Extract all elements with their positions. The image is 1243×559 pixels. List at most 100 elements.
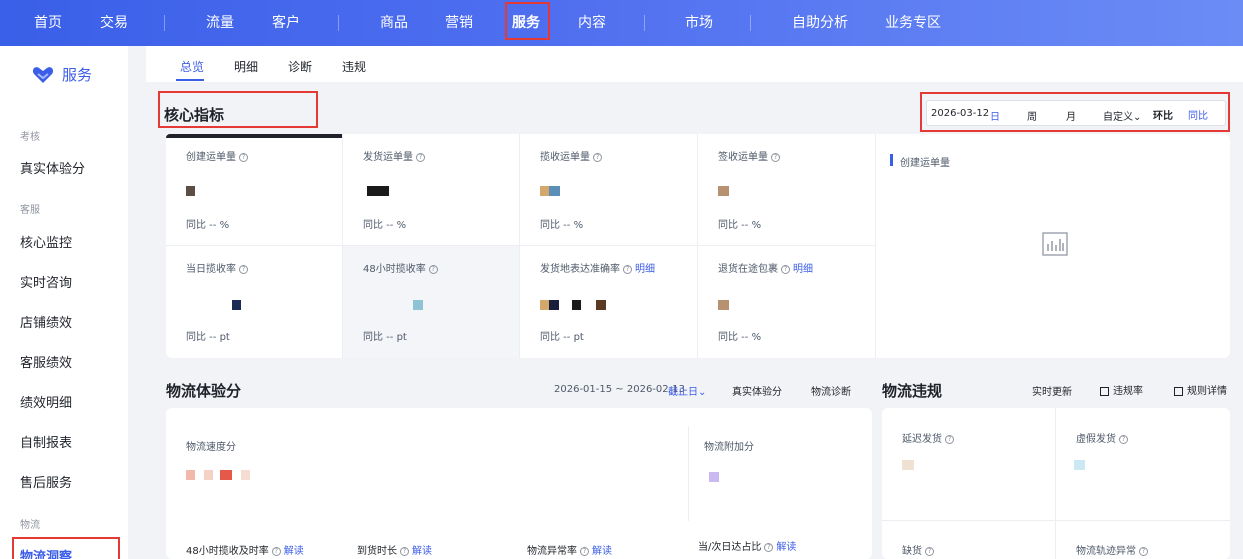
- explain-link[interactable]: 解读: [776, 542, 796, 553]
- violation-title: 物流违规: [882, 382, 943, 400]
- logistics-date-range[interactable]: 2026-01-15 ~ 2026-02-13: [554, 384, 685, 395]
- masked-value: [367, 186, 389, 196]
- masked-value: [549, 186, 560, 196]
- nav-goods[interactable]: 商品: [380, 12, 408, 32]
- masked-value: [186, 470, 195, 480]
- violation-fake-shipping[interactable]: 虚假发货?: [1076, 430, 1128, 445]
- detail-link[interactable]: 明细: [793, 264, 813, 275]
- nav-self-analysis[interactable]: 自助分析: [792, 12, 848, 32]
- sidebar-item-store-perf[interactable]: 店铺绩效: [20, 312, 72, 331]
- metric-arrival-time: 到货时长? 解读: [357, 546, 432, 557]
- nav-content[interactable]: 内容: [578, 12, 606, 32]
- help-icon: ?: [271, 546, 281, 556]
- help-icon: ?: [1119, 434, 1128, 444]
- nav-market[interactable]: 市场: [685, 12, 713, 32]
- minus-box-icon: [1100, 386, 1109, 396]
- nav-marketing[interactable]: 营销: [445, 12, 473, 32]
- sidebar-group-label: 考核: [20, 132, 40, 143]
- core-metrics-card: 创建运单量? 同比 -- % 发货运单量? 同比 -- % 揽收运单量? 同比 …: [166, 134, 1230, 358]
- metric-yoy: 同比 -- %: [718, 332, 762, 343]
- violation-rate-toggle[interactable]: 违规率: [1100, 382, 1143, 397]
- nav-traffic[interactable]: 流量: [206, 12, 234, 32]
- metric-card[interactable]: 创建运单量? 同比 -- %: [166, 134, 343, 246]
- help-icon: ?: [945, 434, 954, 444]
- deadline-select[interactable]: 截止日⌄: [668, 383, 706, 398]
- sidebar-item-after-sale[interactable]: 售后服务: [20, 472, 72, 491]
- metric-yoy: 同比 -- %: [186, 220, 230, 231]
- masked-value: [232, 300, 241, 310]
- deadline-label: 截止日: [668, 387, 698, 398]
- help-icon: ?: [239, 152, 248, 162]
- explain-link[interactable]: 解读: [284, 546, 304, 557]
- help-icon: ?: [400, 546, 409, 556]
- masked-value: [540, 300, 549, 310]
- detail-link[interactable]: 明细: [635, 264, 655, 275]
- masked-value: [549, 300, 559, 310]
- masked-value: [718, 300, 729, 310]
- masked-value: [718, 186, 729, 196]
- violation-delayed-shipping[interactable]: 延迟发货?: [902, 430, 954, 445]
- chart-title: 创建运单量: [900, 158, 950, 169]
- sidebar-item-real-score[interactable]: 真实体验分: [20, 158, 85, 177]
- nav-customer[interactable]: 客户: [272, 12, 300, 32]
- metric-label: 创建运单量?: [186, 148, 248, 163]
- nav-business-zone[interactable]: 业务专区: [885, 12, 941, 32]
- metric-exception-rate: 物流异常率? 解读: [527, 546, 612, 557]
- metric-label: 发货运单量?: [363, 148, 425, 163]
- help-icon: ?: [1139, 546, 1148, 556]
- metric-label: 48小时揽收率?: [363, 260, 438, 275]
- metric-card[interactable]: 当日揽收率? 同比 -- pt: [166, 246, 343, 358]
- nav-divider: [644, 15, 645, 31]
- masked-value: [709, 472, 719, 482]
- metric-card[interactable]: 发货运单量? 同比 -- %: [343, 134, 520, 246]
- link-logistics-diagnose[interactable]: 物流诊断: [811, 383, 851, 398]
- nav-divider: [164, 15, 165, 31]
- metric-yoy: 同比 -- %: [718, 220, 762, 231]
- masked-value: [186, 186, 195, 196]
- sidebar-item-realtime-consult[interactable]: 实时咨询: [20, 272, 72, 291]
- tab-underline: [176, 79, 204, 81]
- nav-divider: [750, 15, 751, 31]
- sidebar: 服务 考核 真实体验分 客服 核心监控 实时咨询 店铺绩效 客服绩效 绩效明细 …: [0, 46, 128, 559]
- metric-card[interactable]: 签收运单量? 同比 -- %: [698, 134, 876, 246]
- nav-trade[interactable]: 交易: [100, 12, 128, 32]
- sidebar-item-perf-detail[interactable]: 绩效明细: [20, 392, 72, 411]
- help-icon: ?: [593, 152, 602, 162]
- link-real-score[interactable]: 真实体验分: [732, 383, 782, 398]
- highlight-box: [505, 2, 550, 40]
- violation-track-abnormal[interactable]: 物流轨迹异常?: [1076, 542, 1148, 557]
- tab-overview[interactable]: 总览: [180, 58, 204, 75]
- help-icon: ?: [764, 542, 774, 552]
- violation-card: 延迟发货? 虚假发货? 缺货? 物流轨迹异常?: [882, 408, 1230, 559]
- metric-label: 发货地表达准确率? 明细: [540, 264, 655, 275]
- sub-tabs: 总览 明细 诊断 违规: [146, 46, 1243, 82]
- highlight-box: [158, 91, 318, 128]
- explain-link[interactable]: 解读: [412, 546, 432, 557]
- tab-violation[interactable]: 违规: [342, 58, 366, 75]
- tab-diagnose[interactable]: 诊断: [288, 58, 312, 75]
- masked-value: [572, 300, 581, 310]
- masked-value: [204, 470, 213, 480]
- metric-label: 揽收运单量?: [540, 148, 602, 163]
- metric-timely-pickup: 48小时揽收及时率? 解读: [186, 546, 304, 557]
- metric-card[interactable]: 退货在途包裹? 明细 同比 -- %: [698, 246, 876, 358]
- top-nav: 首页 交易 流量 客户 商品 营销 服务 内容 市场 自助分析 业务专区: [0, 0, 1243, 46]
- metric-card[interactable]: 揽收运单量? 同比 -- %: [520, 134, 698, 246]
- bonus-score-label: 物流附加分: [704, 442, 754, 453]
- tab-detail[interactable]: 明细: [234, 58, 258, 75]
- logistics-score-title: 物流体验分: [166, 382, 242, 400]
- metric-card[interactable]: 发货地表达准确率? 明细 同比 -- pt: [520, 246, 698, 358]
- metric-card[interactable]: 48小时揽收率? 同比 -- pt: [343, 246, 520, 358]
- explain-link[interactable]: 解读: [592, 546, 612, 557]
- nav-divider: [338, 15, 339, 31]
- sidebar-item-cs-perf[interactable]: 客服绩效: [20, 352, 72, 371]
- main-content: 总览 明细 诊断 违规 核心指标 2026-03-12 日 周 月 自定义⌄ 环…: [146, 46, 1243, 559]
- sidebar-item-core-monitor[interactable]: 核心监控: [20, 232, 72, 251]
- masked-value: [902, 460, 914, 470]
- logistics-score-card: 物流速度分 物流附加分 48小时揽收及时率? 解读 到货时长? 解读 物流异常率? 解…: [166, 408, 872, 559]
- nav-home[interactable]: 首页: [34, 12, 62, 32]
- violation-out-of-stock[interactable]: 缺货?: [902, 542, 934, 557]
- sidebar-group-label: 物流: [20, 520, 40, 531]
- sidebar-item-custom-report[interactable]: 自制报表: [20, 432, 72, 451]
- rules-detail-link[interactable]: 规则详情: [1174, 382, 1227, 397]
